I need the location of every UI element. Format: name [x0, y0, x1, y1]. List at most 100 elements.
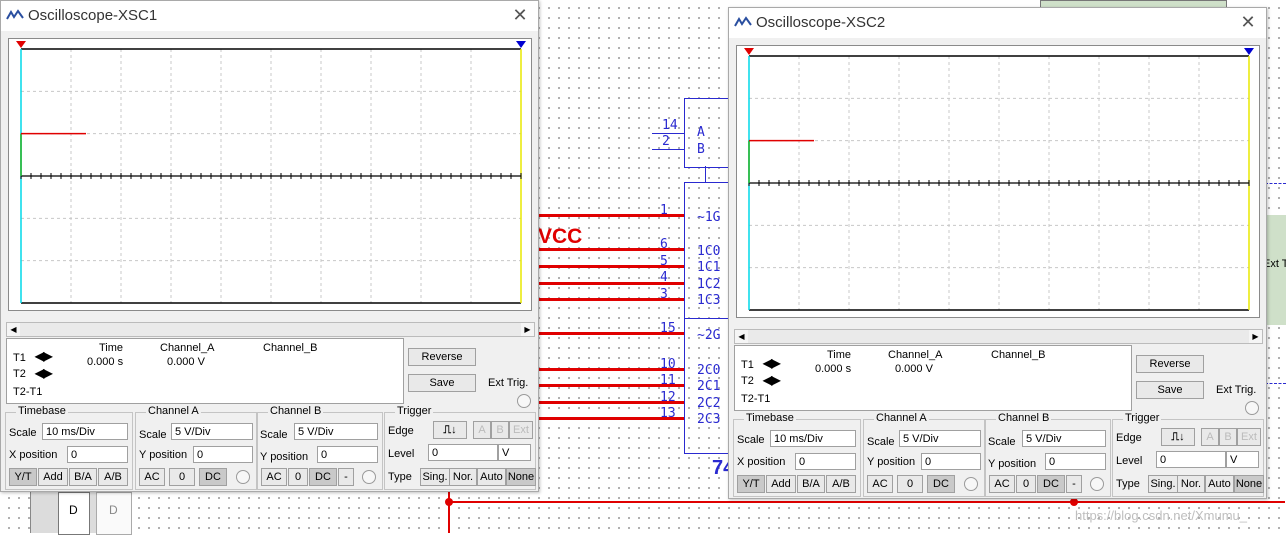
channel-b-ypos-field[interactable]: 0: [317, 446, 378, 463]
channel-a-ac-button[interactable]: AC: [139, 468, 165, 486]
channel-b-ac-button[interactable]: AC: [989, 475, 1015, 493]
channel-a-zero-button[interactable]: 0: [897, 475, 923, 493]
channel-b-minus-button[interactable]: -: [338, 468, 354, 486]
label-1c0: 1C0: [697, 244, 721, 259]
mode-add-button[interactable]: Add: [38, 468, 68, 486]
scroll-right-icon[interactable]: ▶: [1249, 330, 1262, 343]
channel-b-zero-button[interactable]: 0: [1016, 475, 1036, 493]
mode-ba-button[interactable]: B/A: [797, 475, 825, 493]
pin-15: 15: [660, 321, 676, 336]
timebase-title: Timebase: [16, 405, 68, 417]
close-icon[interactable]: ✕: [1238, 12, 1258, 32]
trigger-normal-button[interactable]: Nor.: [1177, 475, 1205, 493]
channel-a-scale-field[interactable]: 5 V/Div: [171, 423, 253, 440]
scroll-right-icon[interactable]: ▶: [521, 323, 534, 336]
scope-screen[interactable]: [736, 45, 1260, 318]
scroll-left-icon[interactable]: ◀: [7, 323, 20, 336]
channel-b-dc-button[interactable]: DC: [309, 468, 337, 486]
trigger-source-ext-button[interactable]: Ext: [509, 421, 533, 439]
t2-move-arrows-icon[interactable]: ◀▶: [763, 373, 780, 387]
trigger-source-ext-button[interactable]: Ext: [1237, 428, 1261, 446]
mode-yt-button[interactable]: Y/T: [737, 475, 765, 493]
bottom-wire: [449, 501, 1285, 503]
t1-move-arrows-icon[interactable]: ◀▶: [763, 356, 780, 370]
pin-5: 5: [660, 254, 668, 269]
trigger-source-a-button[interactable]: A: [473, 421, 491, 439]
channel-b-scale-field[interactable]: 5 V/Div: [1022, 430, 1106, 447]
title-bar[interactable]: Oscilloscope-XSC1 ✕: [1, 1, 538, 31]
channel-b-zero-button[interactable]: 0: [288, 468, 308, 486]
channel-b-ac-button[interactable]: AC: [261, 468, 287, 486]
timebase-scale-label: Scale: [9, 427, 37, 439]
t2-move-arrows-icon[interactable]: ◀▶: [35, 366, 52, 380]
channel-a-terminal[interactable]: [964, 477, 978, 491]
pin-6: 6: [660, 237, 668, 252]
channel-a-terminal[interactable]: [236, 470, 250, 484]
reverse-button[interactable]: Reverse: [408, 348, 476, 366]
mode-ba-button[interactable]: B/A: [69, 468, 97, 486]
timebase-title: Timebase: [744, 412, 796, 424]
channel-b-scale-field[interactable]: 5 V/Div: [294, 423, 378, 440]
scope-screen[interactable]: [8, 38, 532, 311]
trigger-normal-button[interactable]: Nor.: [449, 468, 477, 486]
trigger-level-label: Level: [1116, 455, 1143, 467]
pin-4: 4: [660, 270, 668, 285]
timebase-scale-field[interactable]: 10 ms/Div: [770, 430, 856, 447]
channel-b-dc-button[interactable]: DC: [1037, 475, 1065, 493]
trigger-level-unit[interactable]: V: [498, 444, 531, 461]
close-icon[interactable]: ✕: [510, 5, 530, 25]
channel-b-title: Channel B: [268, 405, 324, 417]
title-bar[interactable]: Oscilloscope-XSC2 ✕: [729, 8, 1266, 38]
trigger-none-button[interactable]: None: [1234, 475, 1264, 493]
channel-b-terminal[interactable]: [1090, 477, 1104, 491]
channel-a-ypos-field[interactable]: 0: [193, 446, 253, 463]
edge-select-icon[interactable]: ⎍↓: [433, 421, 467, 439]
junction-dot-1: [445, 498, 453, 506]
channel-b-minus-button[interactable]: -: [1066, 475, 1082, 493]
trigger-single-button[interactable]: Sing.: [1148, 475, 1178, 493]
channel-a-ac-button[interactable]: AC: [867, 475, 893, 493]
save-button[interactable]: Save: [408, 374, 476, 392]
horizontal-scrollbar[interactable]: ◀ ▶: [734, 329, 1263, 344]
channel-a-dc-button[interactable]: DC: [927, 475, 955, 493]
channel-a-zero-button[interactable]: 0: [169, 468, 195, 486]
trigger-auto-button[interactable]: Auto: [1205, 475, 1234, 493]
reverse-button[interactable]: Reverse: [1136, 355, 1204, 373]
channel-a-dc-button[interactable]: DC: [199, 468, 227, 486]
mode-ab-button[interactable]: A/B: [826, 475, 856, 493]
trigger-auto-button[interactable]: Auto: [477, 468, 506, 486]
ext-trig-terminal[interactable]: [1245, 401, 1259, 415]
trigger-level-field[interactable]: 0: [428, 444, 498, 461]
save-button[interactable]: Save: [1136, 381, 1204, 399]
t1-move-arrows-icon[interactable]: ◀▶: [35, 349, 52, 363]
trigger-single-button[interactable]: Sing.: [420, 468, 450, 486]
mode-ab-button[interactable]: A/B: [98, 468, 128, 486]
pin-11: 11: [660, 373, 676, 388]
trigger-level-unit[interactable]: V: [1226, 451, 1259, 468]
horizontal-scrollbar[interactable]: ◀ ▶: [6, 322, 535, 337]
trigger-source-b-button[interactable]: B: [1219, 428, 1237, 446]
ext-trig-terminal[interactable]: [517, 394, 531, 408]
timebase-scale-field[interactable]: 10 ms/Div: [42, 423, 128, 440]
scroll-left-icon[interactable]: ◀: [735, 330, 748, 343]
x-position-field[interactable]: 0: [795, 453, 856, 470]
oscilloscope-window-xsc2[interactable]: Oscilloscope-XSC2 ✕ ◀ ▶ Time Channel_A C…: [728, 7, 1267, 499]
channel-a-scale-field[interactable]: 5 V/Div: [899, 430, 981, 447]
trigger-source-b-button[interactable]: B: [491, 421, 509, 439]
ext-trig-label: Ext Trig.: [488, 377, 529, 389]
channel-b-terminal[interactable]: [362, 470, 376, 484]
channel-a-ypos-field[interactable]: 0: [921, 453, 981, 470]
channel-a-value: 0.000 V: [167, 356, 205, 368]
oscilloscope-window-xsc1[interactable]: Oscilloscope-XSC1 ✕ ◀ ▶ Time Channel_A C…: [0, 0, 539, 492]
trigger-source-a-button[interactable]: A: [1201, 428, 1219, 446]
x-position-field[interactable]: 0: [67, 446, 128, 463]
channel-b-ypos-field[interactable]: 0: [1045, 453, 1106, 470]
trigger-none-button[interactable]: None: [506, 468, 536, 486]
t2-t1-label: T2-T1: [741, 393, 771, 405]
x-position-label: X position: [737, 456, 786, 468]
pin-3: 3: [660, 287, 668, 302]
mode-add-button[interactable]: Add: [766, 475, 796, 493]
trigger-level-field[interactable]: 0: [1156, 451, 1226, 468]
edge-select-icon[interactable]: ⎍↓: [1161, 428, 1195, 446]
mode-yt-button[interactable]: Y/T: [9, 468, 37, 486]
